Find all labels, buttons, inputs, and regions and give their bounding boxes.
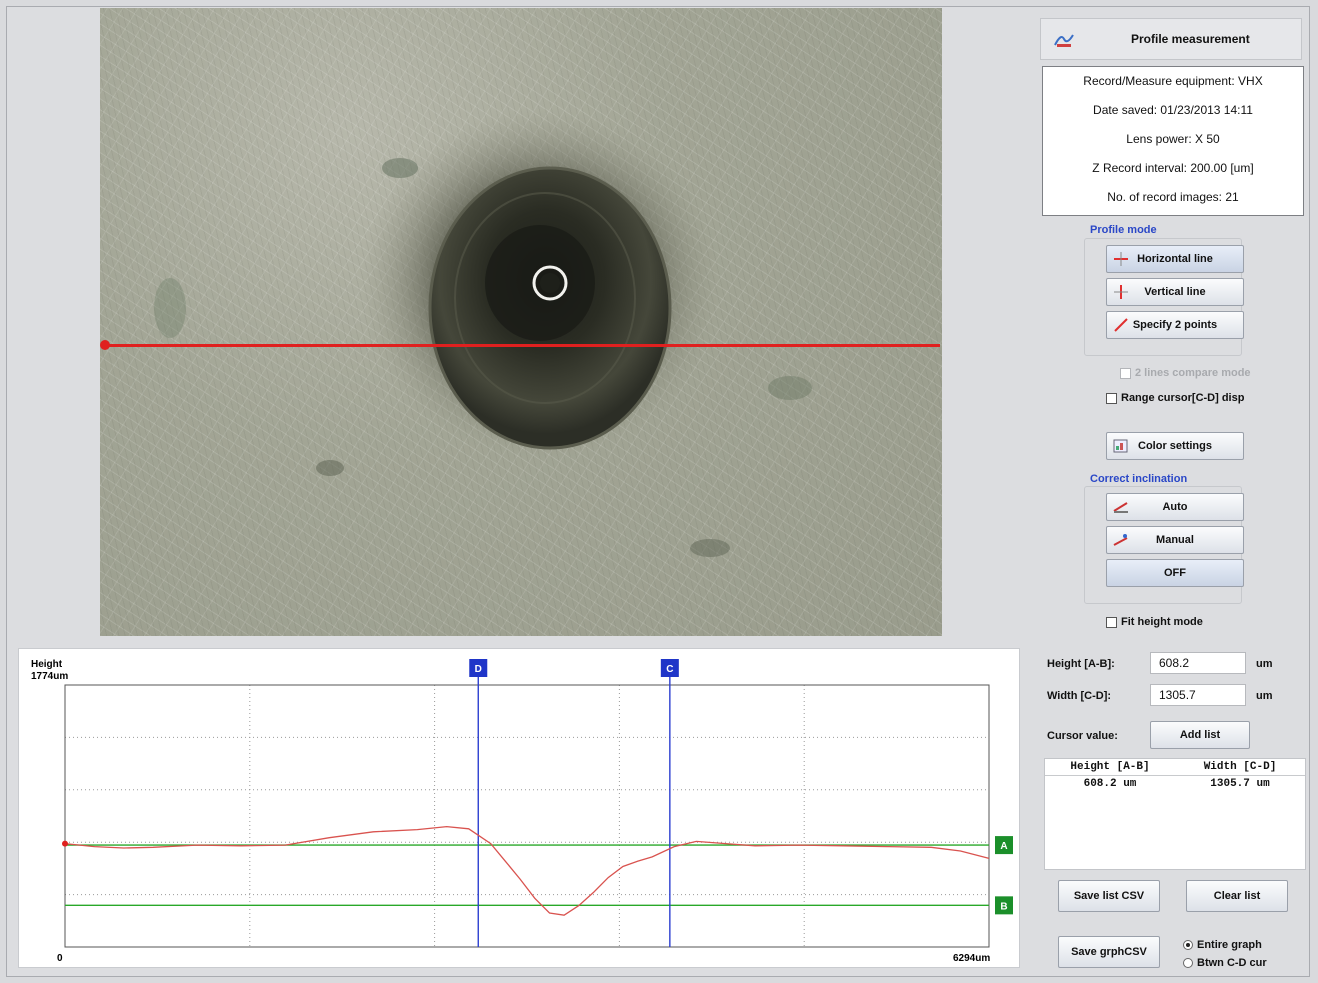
vertical-line-button[interactable]: Vertical line bbox=[1106, 278, 1244, 306]
range-cursor-label: Range cursor[C-D] disp bbox=[1121, 392, 1245, 404]
manual-button[interactable]: Manual bbox=[1106, 526, 1244, 554]
measurement-list[interactable]: Height [A-B] Width [C-D] 608.2 um 1305.7… bbox=[1044, 758, 1306, 870]
off-label: OFF bbox=[1164, 567, 1186, 579]
range-cursor-checkbox[interactable]: Range cursor[C-D] disp bbox=[1106, 392, 1244, 404]
manual-inclination-icon bbox=[1113, 534, 1128, 546]
width-label: Width [C-D]: bbox=[1047, 690, 1112, 702]
cursor-tag-label-c: D bbox=[475, 664, 482, 675]
profile-icon bbox=[1054, 34, 1074, 47]
radio-entire-graph-label: Entire graph bbox=[1197, 939, 1262, 951]
record-info-box: Record/Measure equipment: VHX Date saved… bbox=[1042, 66, 1304, 216]
y-axis-label: Height bbox=[31, 659, 63, 670]
x-max-label: 6294um bbox=[953, 953, 990, 964]
color-settings-label: Color settings bbox=[1138, 440, 1212, 452]
clear-list-button[interactable]: Clear list bbox=[1186, 880, 1288, 912]
width-value-field: 1305.7 bbox=[1150, 684, 1246, 706]
horizontal-line-icon bbox=[1114, 252, 1128, 266]
info-date-saved: Date saved: 01/23/2013 14:11 bbox=[1093, 103, 1253, 117]
y-max-label: 1774um bbox=[31, 671, 68, 682]
vertical-line-label: Vertical line bbox=[1144, 286, 1206, 298]
profile-series-line bbox=[64, 825, 990, 916]
list-header-height: Height [A-B] bbox=[1070, 761, 1150, 773]
list-item-height: 608.2 um bbox=[1083, 778, 1137, 790]
specify-2-points-button[interactable]: Specify 2 points bbox=[1106, 311, 1244, 339]
two-lines-compare-checkbox[interactable]: 2 lines compare mode bbox=[1120, 367, 1251, 379]
checkbox-box bbox=[1106, 616, 1117, 628]
info-record-images: No. of record images: 21 bbox=[1107, 190, 1239, 204]
add-list-button[interactable]: Add list bbox=[1150, 721, 1250, 749]
info-lens-power: Lens power: X 50 bbox=[1126, 132, 1220, 146]
horizontal-line-label: Horizontal line bbox=[1137, 253, 1213, 265]
save-list-csv-button[interactable]: Save list CSV bbox=[1058, 880, 1160, 912]
chart-grid bbox=[65, 685, 989, 947]
off-button[interactable]: OFF bbox=[1106, 559, 1244, 587]
list-item-width: 1305.7 um bbox=[1210, 778, 1270, 790]
horizontal-line-button[interactable]: Horizontal line bbox=[1106, 245, 1244, 273]
height-unit: um bbox=[1256, 658, 1273, 670]
radio-between-cursors-label: Btwn C-D cur bbox=[1197, 957, 1267, 969]
control-panel: Profile measurement Record/Measure equip… bbox=[1034, 8, 1306, 636]
plot-frame bbox=[64, 684, 990, 948]
cursor-value-label: Cursor value: bbox=[1047, 730, 1118, 742]
profile-chart: A B D C Height 1774um 0 6294um bbox=[31, 659, 1013, 964]
correct-inclination-label: Correct inclination bbox=[1090, 473, 1188, 485]
cursor-tag-label-a: A bbox=[1000, 841, 1007, 852]
x-min-label: 0 bbox=[57, 953, 63, 964]
two-points-icon bbox=[1114, 318, 1128, 332]
checkbox-box bbox=[1106, 392, 1117, 404]
color-palette-icon bbox=[1113, 439, 1128, 453]
vertical-line-icon bbox=[1114, 285, 1128, 299]
crater-image bbox=[154, 108, 812, 557]
info-z-interval: Z Record interval: 200.00 [um] bbox=[1092, 161, 1254, 175]
profile-graph[interactable]: A B D C Height 1774um 0 6294um bbox=[18, 648, 1020, 968]
list-header: Height [A-B] Width [C-D] bbox=[1045, 759, 1305, 776]
list-header-width: Width [C-D] bbox=[1203, 761, 1277, 773]
profile-mode-label: Profile mode bbox=[1090, 224, 1157, 236]
checkbox-box bbox=[1120, 367, 1131, 379]
list-item[interactable]: 608.2 um 1305.7 um bbox=[1045, 776, 1305, 792]
auto-inclination-icon bbox=[1113, 502, 1128, 513]
info-equipment: Record/Measure equipment: VHX bbox=[1083, 74, 1263, 88]
radio-dot bbox=[1183, 940, 1193, 950]
auto-button[interactable]: Auto bbox=[1106, 493, 1244, 521]
radio-dot bbox=[1183, 958, 1193, 968]
cursor-tag-label-d: C bbox=[666, 664, 673, 675]
profile-start-marker bbox=[62, 840, 68, 847]
fit-height-checkbox[interactable]: Fit height mode bbox=[1106, 616, 1203, 628]
radio-entire-graph[interactable]: Entire graph bbox=[1183, 939, 1262, 951]
color-settings-button[interactable]: Color settings bbox=[1106, 432, 1244, 460]
profile-line[interactable] bbox=[104, 344, 940, 347]
height-label: Height [A-B]: bbox=[1047, 658, 1115, 670]
panel-title: Profile measurement bbox=[1131, 32, 1250, 46]
auto-label: Auto bbox=[1162, 501, 1188, 513]
two-lines-compare-label: 2 lines compare mode bbox=[1135, 367, 1251, 379]
radio-between-cursors[interactable]: Btwn C-D cur bbox=[1183, 957, 1267, 969]
profile-line-handle[interactable] bbox=[100, 340, 110, 350]
width-unit: um bbox=[1256, 690, 1273, 702]
fit-height-label: Fit height mode bbox=[1121, 616, 1203, 628]
chart-cursors: A B D C bbox=[65, 659, 1013, 947]
panel-title-bar: Profile measurement bbox=[1040, 18, 1302, 60]
height-value-field: 608.2 bbox=[1150, 652, 1246, 674]
manual-label: Manual bbox=[1156, 534, 1194, 546]
cursor-tag-label-b: B bbox=[1000, 901, 1007, 912]
specify-2-points-label: Specify 2 points bbox=[1132, 319, 1218, 331]
save-graph-csv-button[interactable]: Save grphCSV bbox=[1058, 936, 1160, 968]
microscope-image[interactable] bbox=[100, 8, 942, 636]
